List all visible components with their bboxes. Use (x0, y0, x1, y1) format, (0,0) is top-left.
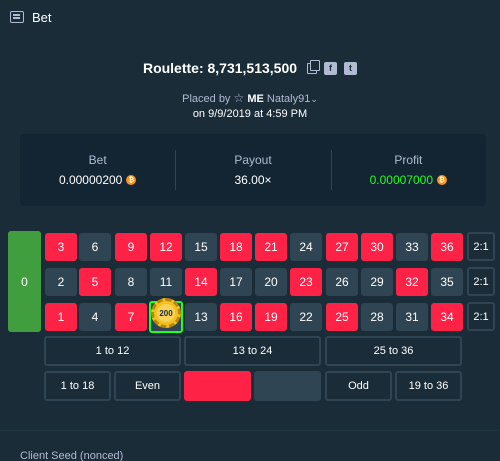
dozen-bet-1[interactable]: 1 to 12 (44, 336, 181, 366)
bitcoin-icon: ₿ (437, 175, 448, 185)
number-cell-34[interactable]: 34 (431, 303, 463, 331)
number-cell-27[interactable]: 27 (326, 233, 358, 261)
stat-bet: Bet 0.00000200 ₿ (20, 134, 175, 206)
number-cell-12[interactable]: 12 (150, 233, 182, 261)
chip-value: 200 (157, 304, 175, 322)
number-cell-17[interactable]: 17 (220, 268, 252, 296)
bet-chip: 200 (151, 298, 181, 328)
twitter-icon[interactable]: t (344, 61, 358, 75)
number-cell-8[interactable]: 8 (115, 268, 147, 296)
number-cell-6[interactable]: 6 (79, 233, 111, 261)
number-cell-16[interactable]: 16 (220, 303, 252, 331)
number-cell-15[interactable]: 15 (185, 233, 217, 261)
number-cell-4[interactable]: 4 (79, 303, 111, 331)
bet-icon (10, 11, 24, 23)
zero-cell[interactable]: 0 (8, 231, 41, 332)
dozen-bet-3[interactable]: 25 to 36 (325, 336, 462, 366)
username-link[interactable]: Nataly91 (267, 93, 310, 105)
stat-payout-value: 36.00× (234, 173, 272, 187)
red-bet[interactable] (184, 371, 251, 401)
bet-date: on 9/9/2019 at 4:59 PM (192, 108, 308, 120)
number-cell-7[interactable]: 7 (115, 303, 147, 331)
stat-profit: Profit 0.00007000 ₿ (330, 134, 486, 206)
modal-title: Bet (32, 9, 52, 25)
number-cell-14[interactable]: 14 (185, 268, 217, 296)
stat-profit-value-row: 0.00007000 ₿ (369, 173, 448, 187)
number-cell-1[interactable]: 1 (45, 303, 77, 331)
low-bet[interactable]: 1 to 18 (44, 371, 111, 401)
number-cell-5[interactable]: 5 (79, 268, 111, 296)
game-title-row: Roulette: 8,731,513,500 f t (0, 59, 500, 76)
facebook-icon[interactable]: f (324, 61, 338, 75)
game-title: Roulette: 8,731,513,500 (142, 60, 298, 76)
number-cell-13[interactable]: 13 (185, 303, 217, 331)
even-bet[interactable]: Even (114, 371, 181, 401)
star-icon[interactable]: ☆ (234, 91, 245, 105)
number-cell-26[interactable]: 26 (326, 268, 358, 296)
stat-profit-label: Profit (394, 153, 423, 167)
column-bet-2[interactable]: 2:1 (467, 267, 495, 296)
black-bet[interactable] (254, 371, 321, 401)
stat-bet-value-row: 0.00000200 ₿ (58, 173, 137, 187)
column-bet-3[interactable]: 2:1 (467, 302, 495, 331)
number-cell-18[interactable]: 18 (220, 233, 252, 261)
number-cell-23[interactable]: 23 (290, 268, 322, 296)
number-cell-31[interactable]: 31 (396, 303, 428, 331)
dozen-bet-2[interactable]: 13 to 24 (184, 336, 321, 366)
number-cell-36[interactable]: 36 (431, 233, 463, 261)
number-cell-25[interactable]: 25 (326, 303, 358, 331)
number-cell-24[interactable]: 24 (290, 233, 322, 261)
number-cell-29[interactable]: 29 (361, 268, 393, 296)
bitcoin-icon: ₿ (126, 175, 137, 185)
number-cell-11[interactable]: 11 (150, 268, 182, 296)
stat-payout-label: Payout (234, 153, 272, 167)
number-cell-30[interactable]: 30 (361, 233, 393, 261)
modal-header: Bet (0, 0, 500, 34)
stat-payout: Payout 36.00× (175, 134, 330, 206)
number-cell-32[interactable]: 32 (396, 268, 428, 296)
number-cell-9[interactable]: 9 (115, 233, 147, 261)
number-cell-2[interactable]: 2 (45, 268, 77, 296)
copy-icon[interactable] (307, 59, 321, 74)
high-bet[interactable]: 19 to 36 (395, 371, 462, 401)
stats-panel: Bet 0.00000200 ₿ Payout 36.00× Profit 0.… (20, 134, 486, 206)
number-cell-3[interactable]: 3 (45, 233, 77, 261)
client-seed-label: Client Seed (nonced) (20, 450, 124, 461)
number-cell-28[interactable]: 28 (361, 303, 393, 331)
number-cell-35[interactable]: 35 (431, 268, 463, 296)
column-bet-1[interactable]: 2:1 (467, 232, 495, 261)
user-badge: ME (247, 93, 264, 105)
odd-bet[interactable]: Odd (325, 371, 392, 401)
number-cell-21[interactable]: 21 (255, 233, 287, 261)
number-cell-20[interactable]: 20 (255, 268, 287, 296)
divider (0, 430, 500, 431)
placed-by: Placed by ☆ ME Nataly91⌄ (0, 91, 500, 105)
number-cell-22[interactable]: 22 (290, 303, 322, 331)
stat-bet-label: Bet (88, 153, 107, 167)
chevron-down-icon[interactable]: ⌄ (310, 94, 318, 104)
number-cell-33[interactable]: 33 (396, 233, 428, 261)
stat-profit-value: 0.00007000 (369, 173, 434, 187)
number-cell-19[interactable]: 19 (255, 303, 287, 331)
stat-bet-value: 0.00000200 (58, 173, 123, 187)
placed-by-label: Placed by (182, 93, 231, 105)
